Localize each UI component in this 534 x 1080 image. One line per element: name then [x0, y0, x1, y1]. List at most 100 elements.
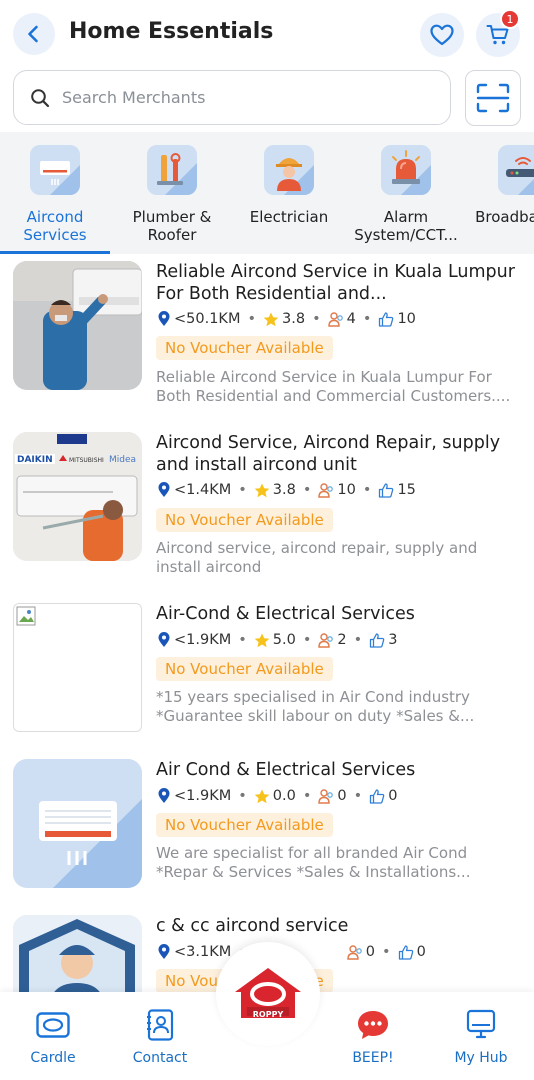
chevron-left-icon — [28, 25, 38, 43]
separator-dot: • — [302, 482, 312, 498]
heart-icon — [430, 24, 454, 46]
monitor-icon — [464, 1008, 498, 1042]
voucher-badge: No Voucher Available — [156, 336, 333, 360]
separator-dot: • — [238, 482, 247, 498]
thumbs-up-icon — [398, 944, 413, 960]
merchant-stats: <50.1KM • 3.8 • 4 • 10 — [157, 311, 416, 327]
category-tabs: Aircond Services Plumber & Roofer Electr… — [0, 132, 534, 254]
active-tab-indicator — [0, 251, 110, 254]
star-icon — [254, 483, 270, 497]
cart-count-badge: 1 — [500, 9, 520, 29]
merchant-stats: <1.4KM • 3.8 • 10 • 15 — [157, 482, 416, 498]
card-icon — [36, 1008, 70, 1042]
location-pin-icon — [158, 788, 170, 803]
distance-text: <1.9KM — [174, 632, 232, 648]
rating-text: 0.0 — [272, 788, 296, 804]
nav-label: Contact — [132, 1050, 188, 1066]
customers-icon — [318, 482, 334, 498]
tab-broadband[interactable]: Broadba Telc — [468, 132, 534, 254]
tab-label: Plumber & Roofer — [132, 208, 212, 244]
tab-plumber-roofer[interactable]: Plumber & Roofer — [117, 132, 227, 254]
voucher-badge: No Voucher Available — [156, 508, 333, 532]
merchant-photo — [13, 759, 142, 888]
merchant-stats: <1.9KM • 0.0 • 0 • 0 — [157, 788, 397, 804]
merchant-description: Aircond service, aircond repair, supply … — [156, 539, 478, 576]
merchant-photo — [13, 261, 142, 390]
plumber-icon — [147, 145, 197, 195]
distance-text: <50.1KM — [174, 311, 241, 327]
likes-count: 3 — [388, 632, 398, 648]
rating-text: 3.8 — [282, 311, 306, 327]
broadband-icon — [498, 145, 534, 195]
customers-icon — [318, 632, 334, 648]
merchant-description: *15 years specialised in Air Cond indust… — [156, 688, 475, 725]
likes-count: 10 — [397, 311, 416, 327]
top-header: Home Essentials 1 — [0, 0, 534, 70]
merchant-card[interactable]: DAIKIN MITSUBISHI Midea Aircond Service, A… — [0, 432, 534, 592]
tab-label: Broadba Telc — [475, 208, 534, 226]
separator-dot: • — [382, 944, 391, 960]
search-bar[interactable] — [13, 70, 451, 125]
merchant-photo: DAIKIN MITSUBISHI Midea — [13, 432, 142, 561]
rating-text: 3.8 — [272, 482, 296, 498]
roppy-logo-text: ROPPY — [252, 1010, 284, 1019]
distance-text: <1.9KM — [174, 788, 232, 804]
star-icon — [254, 633, 270, 647]
location-pin-icon — [158, 311, 170, 326]
search-icon — [31, 88, 50, 107]
customers-count: 2 — [337, 632, 347, 648]
merchant-card[interactable]: Air-Cond & Electrical Services <1.9KM • … — [0, 603, 534, 763]
merchant-title: Reliable Aircond Service in Kuala Lumpur… — [156, 262, 515, 304]
customers-icon — [347, 944, 362, 960]
merchant-card[interactable]: Reliable Aircond Service in Kuala Lumpur… — [0, 261, 534, 421]
location-pin-icon — [158, 944, 170, 959]
rating-text: 5.0 — [272, 632, 296, 648]
chat-bubble-icon — [356, 1008, 390, 1042]
customers-count: 0 — [365, 944, 376, 960]
thumbs-up-icon — [370, 632, 385, 648]
alarm-icon — [381, 145, 431, 195]
separator-dot: • — [302, 788, 312, 804]
separator-dot: • — [238, 632, 247, 648]
favorites-button[interactable] — [420, 13, 464, 57]
merchant-title: Air Cond & Electrical Services — [156, 760, 416, 780]
customers-icon — [327, 311, 343, 327]
tab-label: Electrician — [249, 208, 329, 226]
svg-text:MITSUBISHI: MITSUBISHI — [69, 457, 104, 464]
merchant-title: c & cc aircond service — [156, 916, 349, 936]
star-icon — [263, 312, 279, 326]
tab-alarm-system[interactable]: Alarm System/CCT... — [351, 132, 461, 254]
merchant-card[interactable]: Air Cond & Electrical Services <1.9KM • … — [0, 759, 534, 919]
tab-electrician[interactable]: Electrician — [234, 132, 344, 254]
separator-dot: • — [247, 311, 257, 327]
tab-aircond-services[interactable]: Aircond Services — [0, 132, 110, 254]
thumbs-up-icon — [379, 311, 394, 327]
location-pin-icon — [158, 482, 170, 497]
voucher-badge: No Voucher Available — [156, 813, 333, 837]
voucher-badge: No Voucher Available — [156, 657, 333, 681]
merchant-photo-placeholder — [13, 603, 142, 732]
merchant-description: We are specialist for all branded Air Co… — [156, 844, 471, 881]
svg-text:Midea: Midea — [109, 455, 136, 465]
merchant-stats: <1.9KM • 5.0 • 2 • 3 — [157, 632, 397, 648]
distance-text: <1.4KM — [174, 482, 232, 498]
location-pin-icon — [158, 632, 170, 647]
back-button[interactable] — [13, 13, 55, 55]
merchant-description: Reliable Aircond Service in Kuala Lumpur… — [156, 368, 511, 405]
merchant-photo — [13, 915, 142, 992]
separator-dot: • — [362, 482, 372, 498]
customers-count: 4 — [346, 311, 356, 327]
nav-label: BEEP! — [352, 1050, 394, 1066]
likes-count: 0 — [416, 944, 426, 960]
separator-dot: • — [302, 632, 312, 648]
likes-count: 15 — [397, 482, 416, 498]
nav-label: My Hub — [454, 1050, 508, 1066]
broken-image-icon — [16, 606, 36, 626]
search-input[interactable] — [62, 88, 422, 107]
contact-book-icon — [143, 1008, 177, 1042]
roppy-home-button[interactable]: ROPPY — [216, 942, 320, 1046]
scan-button[interactable] — [465, 70, 521, 126]
distance-text: <3.1KM — [174, 944, 232, 960]
qr-scan-icon — [476, 83, 510, 113]
merchant-title: Aircond Service, Aircond Repair, supply … — [156, 433, 501, 475]
